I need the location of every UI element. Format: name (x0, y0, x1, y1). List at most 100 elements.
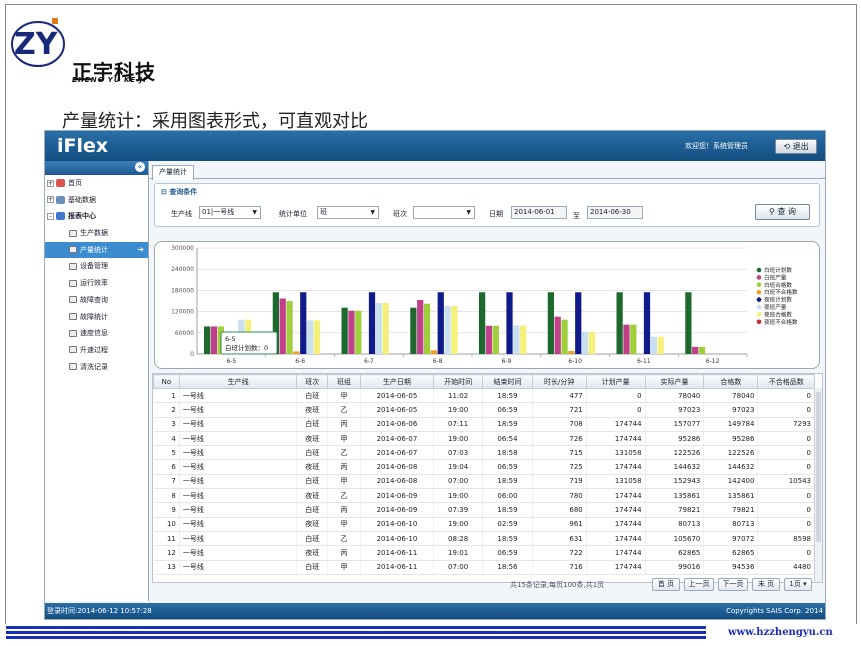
unit-select[interactable]: 班 ▼ (317, 206, 379, 219)
sidebar-item[interactable]: 运行效率 (45, 275, 148, 292)
table-row[interactable]: 1 一号线 白班甲 2014-06-05 11:02 18:59 477 0 78040 7804… (153, 388, 815, 404)
expand-icon[interactable]: + (47, 179, 54, 187)
date-to-input[interactable]: 2014-06-30 (587, 206, 643, 219)
table-cell: 甲 (327, 517, 361, 532)
x-tick-label: 6-8 (433, 358, 443, 365)
scrollbar-thumb[interactable] (816, 392, 821, 542)
table-cell: 2014-06-11 (360, 560, 434, 575)
vertical-scrollbar[interactable] (814, 388, 822, 582)
page-icon (69, 246, 77, 254)
table-row[interactable]: 3 一号线 白班丙 2014-06-06 07:11 18:59 708 174744 1570… (153, 417, 815, 432)
first-page-button[interactable]: 首 页 (652, 578, 680, 591)
collapse-icon[interactable]: ⊟ (161, 188, 167, 196)
sidebar-item[interactable]: 设备管理 (45, 258, 148, 275)
column-header[interactable]: 计划产量 (585, 374, 646, 389)
table-cell: 0 (757, 388, 815, 404)
logout-icon: ⟲ (783, 142, 791, 151)
table-row[interactable]: 2 一号线 夜班乙 2014-06-05 19:00 06:59 721 0 97023 9702… (153, 402, 815, 418)
table-row[interactable]: 11 一号线 白班乙 2014-06-10 08:28 18:59 631 174744 105… (153, 531, 815, 547)
last-page-button[interactable]: 末 页 (752, 578, 780, 591)
table-row[interactable]: 7 一号线 白班甲 2014-06-08 07:00 18:59 719 131058 1529… (153, 474, 815, 490)
bar (417, 299, 424, 354)
column-header[interactable]: 班次 (296, 374, 329, 389)
query-title: ⊟ 查询条件 (161, 188, 198, 196)
table-cell: 78040 (645, 388, 705, 404)
search-button[interactable]: ⚲ 查 询 (755, 204, 810, 220)
legend-marker (756, 275, 762, 280)
sidebar-item[interactable]: 生产数据 (45, 225, 148, 242)
column-header[interactable]: 班组 (327, 374, 361, 389)
sidebar-item[interactable]: 升速过程 (45, 342, 148, 359)
tab-production-stats[interactable]: 产量统计 (152, 165, 194, 180)
expand-icon[interactable]: + (47, 196, 54, 204)
sidebar: « + 首页 + 基础数据 - 报表中心 生产数据 产量统计 ➔ 设备管理 运行效率 故障查询故障统计… (45, 161, 149, 601)
table-cell: 6 (153, 459, 180, 475)
column-header[interactable]: 开始时间 (432, 374, 484, 389)
table-cell: 18:56 (482, 560, 533, 575)
logout-label: 退出 (792, 142, 809, 151)
logout-button[interactable]: ⟲ 退出 (775, 139, 817, 154)
table-row[interactable]: 12 一号线 夜班丙 2014-06-11 19:01 06:59 722 174744 628… (153, 545, 815, 561)
table-row[interactable]: 5 一号线 白班乙 2014-06-07 07:03 18:58 715 131058 1225… (153, 445, 815, 461)
table-cell: 79821 (645, 502, 705, 518)
collapse-sidebar-icon[interactable]: « (135, 162, 145, 172)
column-header[interactable]: 生产日期 (359, 374, 434, 389)
x-tick-label: 6-9 (501, 358, 511, 365)
sidebar-header: « (45, 161, 148, 175)
table-cell: 19:00 (433, 402, 484, 418)
table-cell: 11 (153, 531, 180, 547)
table-row[interactable]: 10 一号线 夜班甲 2014-06-10 19:00 02:59 961 174744 807… (153, 517, 815, 532)
page-select[interactable]: 1页 ▾ (784, 578, 812, 591)
sidebar-item[interactable]: + 首页 (45, 175, 148, 192)
next-page-button[interactable]: 下一页 (718, 578, 748, 591)
tooltip-title: 6-5 (225, 335, 236, 343)
sidebar-item[interactable]: - 报表中心 (45, 208, 148, 225)
column-header[interactable]: 结束时间 (482, 374, 533, 389)
chevron-down-icon: ▼ (252, 209, 257, 216)
tooltip-text: 白班计划数：0 (225, 343, 268, 352)
sidebar-item[interactable]: 速度信息 (45, 325, 148, 342)
prev-page-button[interactable]: 上一页 (684, 578, 714, 591)
login-time: 登录时间:2014-06-12 10:57:28 (47, 607, 152, 615)
column-header[interactable]: 合格数 (703, 374, 759, 389)
table-row[interactable]: 6 一号线 夜班丙 2014-06-08 19:04 06:59 725 174744 1446… (153, 459, 815, 475)
table-header-row: No 生产线 班次 班组 生产日期 开始时间 结束时间 时长/分钟 计划产量 实际产量 合格数 不合格… (153, 374, 815, 389)
sidebar-item-label: 故障统计 (80, 312, 108, 321)
line-select[interactable]: 01|一号线 ▼ (199, 206, 261, 219)
collapse-icon[interactable]: - (47, 212, 54, 220)
sidebar-item[interactable]: 产量统计 ➔ (45, 241, 148, 259)
x-tick-label: 6-11 (637, 358, 651, 365)
column-header[interactable]: 不合格品数 (757, 374, 815, 389)
shift-select[interactable]: ▼ (413, 206, 475, 219)
date-from-input[interactable]: 2014-06-01 (511, 206, 567, 219)
table-row[interactable]: 4 一号线 夜班甲 2014-06-07 19:00 06:54 726 174744 9528… (153, 431, 815, 447)
table-row[interactable]: 13 一号线 白班甲 2014-06-11 07:00 18:56 716 174744 990… (153, 560, 815, 575)
sidebar-item-label: 首页 (68, 179, 82, 187)
sidebar-item[interactable]: + 基础数据 (45, 192, 148, 209)
bar (520, 325, 527, 354)
table-cell: 夜班 (296, 517, 329, 532)
pager-info: 共15条记录,每页100条,共1页 (510, 581, 605, 589)
table-cell: 8598 (757, 531, 815, 547)
sidebar-item[interactable]: 故障查询 (45, 292, 148, 309)
table-cell: 78040 (703, 388, 759, 404)
table-cell: 一号线 (179, 445, 298, 461)
column-header[interactable]: 生产线 (178, 374, 298, 389)
x-tick-label: 6-10 (568, 358, 582, 365)
bar (568, 350, 575, 354)
table-row[interactable]: 9 一号线 白班丙 2014-06-09 07:39 18:59 680 174744 7982… (153, 502, 815, 518)
sidebar-item[interactable]: 清洗记录 (45, 359, 148, 376)
table-cell: 07:00 (433, 474, 484, 490)
sidebar-item[interactable]: 故障统计 (45, 309, 148, 326)
legend-marker (756, 312, 762, 317)
legend-marker (756, 289, 762, 295)
column-header[interactable]: No (153, 374, 180, 389)
column-header[interactable]: 实际产量 (644, 374, 705, 389)
sidebar-item-label: 速度信息 (80, 329, 108, 338)
bar (210, 326, 218, 354)
table-cell: 丙 (327, 417, 361, 432)
table-cell: 2014-06-10 (360, 531, 434, 547)
table-row[interactable]: 8 一号线 夜班乙 2014-06-09 19:00 06:00 780 174744 1358… (153, 488, 815, 504)
column-header[interactable]: 时长/分钟 (531, 374, 587, 389)
y-tick-label: 300000 (171, 245, 194, 252)
